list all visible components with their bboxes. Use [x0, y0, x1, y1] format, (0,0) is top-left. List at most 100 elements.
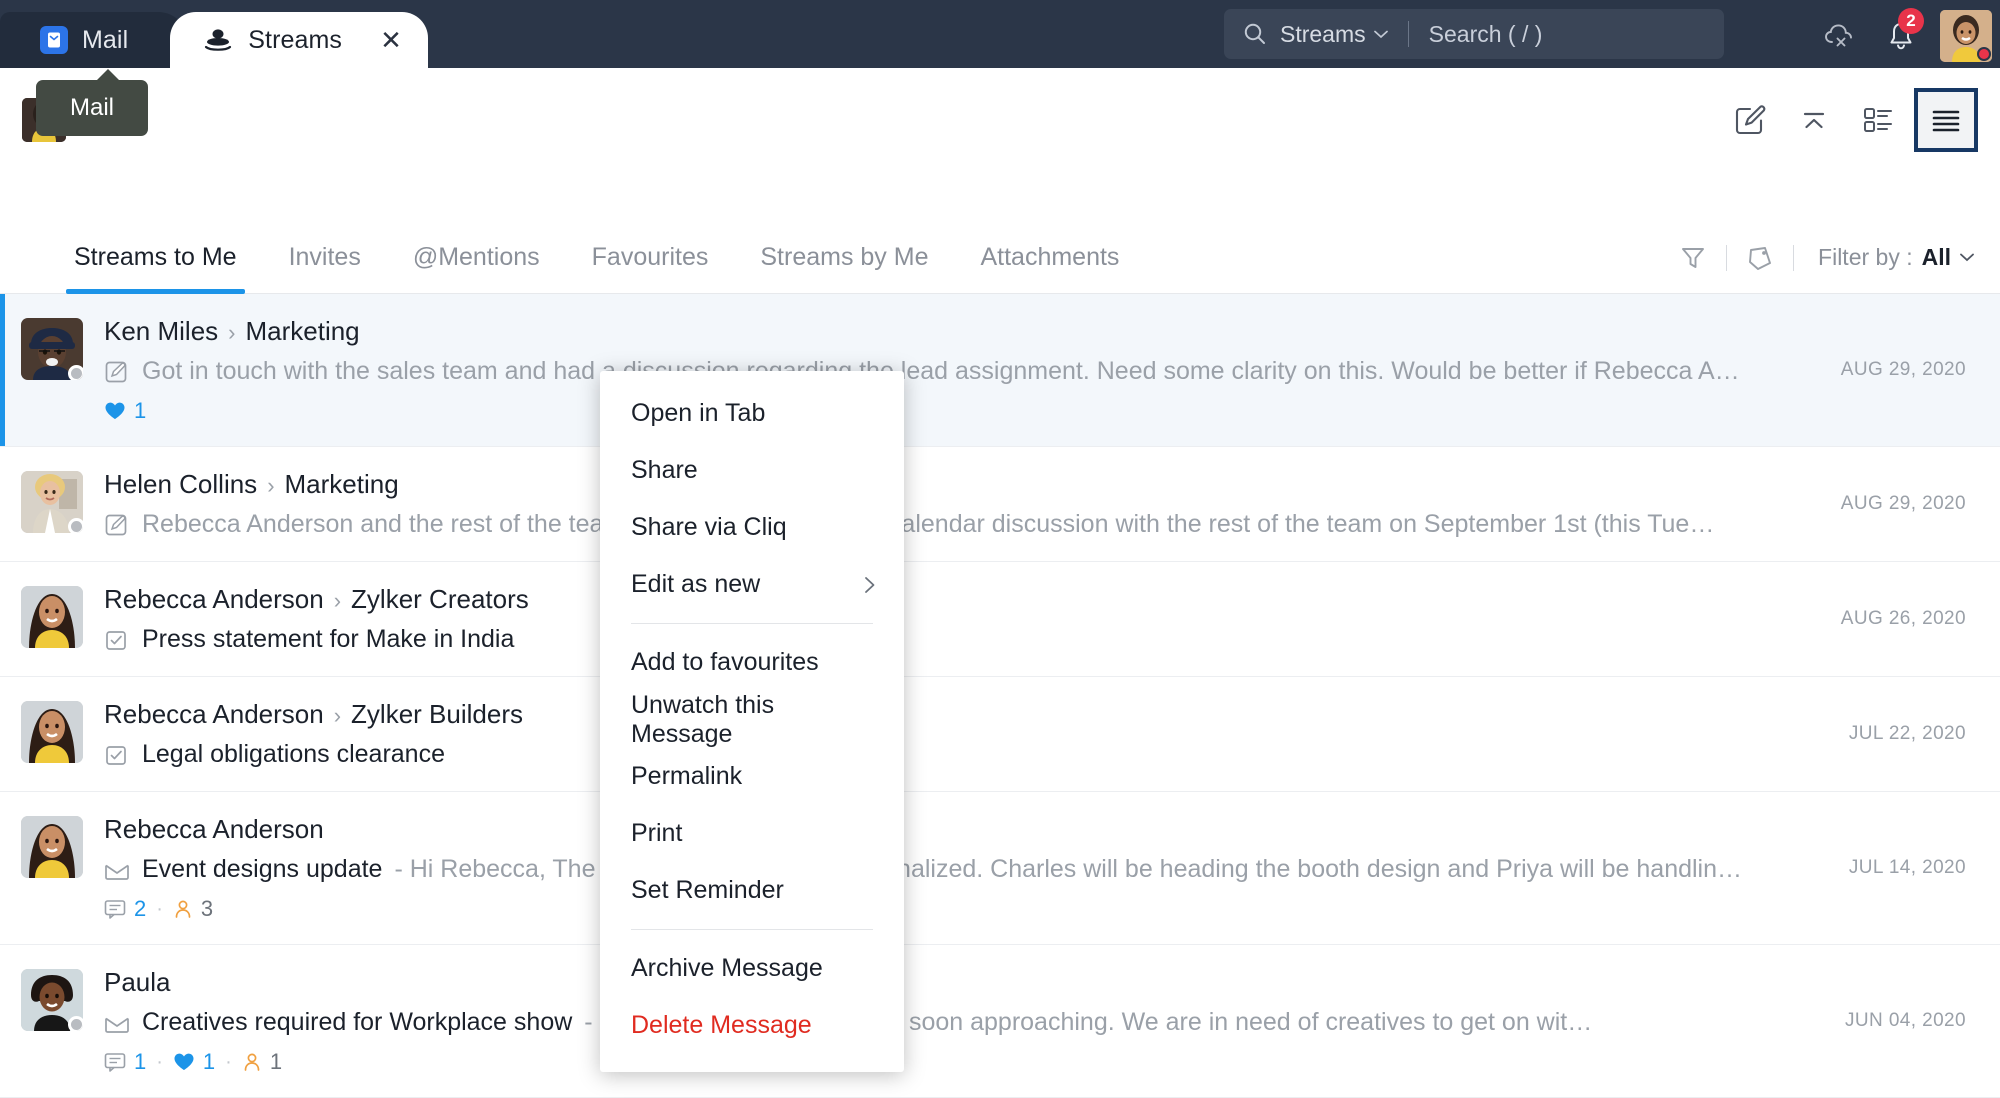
hamburger-menu-icon[interactable]	[1914, 88, 1978, 152]
avatar	[21, 816, 83, 878]
menu-item-permalink[interactable]: Permalink	[600, 748, 904, 805]
filter-by-label: Filter by :	[1818, 244, 1913, 271]
tab-invites[interactable]: Invites	[263, 222, 387, 294]
tab-mentions[interactable]: @Mentions	[387, 222, 566, 294]
table-row[interactable]: Ken Miles › Marketing Got in touch with …	[0, 294, 2000, 447]
mail-icon	[40, 26, 68, 54]
comment-count[interactable]: 2	[104, 896, 146, 922]
search-input[interactable]: Search ( / )	[1429, 21, 1543, 48]
filter-by-dropdown[interactable]: Filter by : All	[1818, 244, 1974, 271]
comment-icon	[104, 899, 126, 919]
table-row[interactable]: Helen Collins › Marketing Rebecca Anders…	[0, 447, 2000, 562]
status-dot	[1977, 47, 1991, 61]
comment-count[interactable]: 1	[104, 1049, 146, 1075]
row-header: Ken Miles › Marketing	[104, 316, 1750, 347]
window-tab-streams-label: Streams	[248, 26, 342, 55]
stream-filter-tabs: Streams to Me Invites @Mentions Favourit…	[0, 222, 2000, 294]
window-tab-mail[interactable]: Mail	[0, 12, 188, 68]
search-bar[interactable]: Streams Search ( / )	[1224, 9, 1724, 59]
group-name: Marketing	[285, 469, 399, 500]
table-row[interactable]: Rebecca Anderson Event designs update - …	[0, 792, 2000, 945]
window-tab-mail-label: Mail	[82, 26, 128, 55]
bell-icon[interactable]: 2	[1870, 12, 1932, 60]
row-meta: 1	[104, 398, 1750, 424]
nav-tab-list: Streams to Me Invites @Mentions Favourit…	[0, 222, 1145, 294]
people-icon	[242, 1052, 262, 1072]
tab-strip: Mail Streams ✕	[0, 0, 428, 68]
window-tab-streams[interactable]: Streams ✕	[170, 12, 428, 68]
row-body: Helen Collins › Marketing Rebecca Anders…	[104, 469, 1770, 539]
avatar-cell	[0, 814, 104, 878]
row-preview: Press statement for Make in India	[104, 625, 1750, 654]
message-snippet: - Hi Rebecca, The designs for the event …	[394, 855, 1750, 884]
menu-item-edit-as-new[interactable]: Edit as new	[600, 556, 904, 613]
row-body: Ken Miles › Marketing Got in touch with …	[104, 316, 1770, 424]
tab-streams-by-me[interactable]: Streams by Me	[734, 222, 954, 294]
avatar-cell	[0, 699, 104, 763]
mail-tab-tooltip: Mail	[36, 80, 148, 136]
avatar	[21, 318, 83, 380]
compose-icon[interactable]	[1722, 94, 1778, 146]
row-body: Rebecca Anderson › Zylker Creators Press…	[104, 584, 1770, 654]
menu-item-edit-as-new-label: Edit as new	[631, 570, 760, 599]
tab-streams-to-me[interactable]: Streams to Me	[48, 222, 263, 294]
menu-item-archive-message[interactable]: Archive Message	[600, 940, 904, 997]
row-preview: Event designs update - Hi Rebecca, The d…	[104, 855, 1750, 884]
reaction-count: 1	[203, 1049, 215, 1075]
participants-count-value: 3	[201, 896, 213, 922]
participants-count[interactable]: 3	[173, 896, 213, 922]
chevron-down-icon	[1374, 30, 1388, 39]
menu-item-share-via-cliq[interactable]: Share via Cliq	[600, 499, 904, 556]
menu-item-add-to-favourites[interactable]: Add to favourites	[600, 634, 904, 691]
participants-count-value: 1	[270, 1049, 282, 1075]
task-icon	[104, 627, 130, 653]
sender-name: Rebecca Anderson	[104, 584, 324, 615]
table-row[interactable]: Paula Creatives required for Workplace s…	[0, 945, 2000, 1098]
meta-separator: ·	[156, 1051, 163, 1074]
top-right-icons: 2	[1808, 10, 1992, 62]
tag-icon[interactable]	[1733, 238, 1787, 278]
row-preview: Legal obligations clearance	[104, 740, 1750, 769]
close-icon[interactable]: ✕	[378, 27, 404, 53]
menu-item-set-reminder[interactable]: Set Reminder	[600, 862, 904, 919]
avatar	[21, 586, 83, 648]
reaction-heart[interactable]: 1	[104, 398, 146, 424]
row-header: Paula	[104, 967, 1750, 998]
row-date: AUG 29, 2020	[1770, 493, 2000, 515]
row-preview: Got in touch with the sales team and had…	[104, 357, 1750, 386]
tab-favourites[interactable]: Favourites	[566, 222, 735, 294]
message-subject: Creatives required for Workplace show	[142, 1008, 572, 1037]
list-view-icon[interactable]	[1850, 94, 1906, 146]
row-meta: 1 · 1 · 1	[104, 1049, 1750, 1075]
search-scope-selector[interactable]: Streams	[1280, 21, 1388, 48]
presence-indicator	[68, 518, 83, 533]
menu-item-open-in-tab[interactable]: Open in Tab	[600, 385, 904, 442]
group-name: Zylker Builders	[351, 699, 523, 730]
filter-by-value: All	[1922, 244, 1951, 271]
avatar-cell	[0, 469, 104, 533]
reaction-heart[interactable]: 1	[173, 1049, 215, 1075]
search-divider	[1408, 21, 1409, 47]
avatar	[21, 471, 83, 533]
row-header: Rebecca Anderson › Zylker Builders	[104, 699, 1750, 730]
sender-name: Rebecca Anderson	[104, 699, 324, 730]
group-name: Marketing	[245, 316, 359, 347]
cloud-offline-icon[interactable]	[1808, 12, 1870, 60]
avatar[interactable]	[1940, 10, 1992, 62]
table-row[interactable]: Rebecca Anderson › Zylker Creators Press…	[0, 562, 2000, 677]
menu-item-delete-message[interactable]: Delete Message	[600, 997, 904, 1054]
tab-attachments[interactable]: Attachments	[954, 222, 1145, 294]
separator-icon: ›	[228, 320, 235, 346]
reaction-count: 1	[134, 398, 146, 424]
menu-item-print[interactable]: Print	[600, 805, 904, 862]
row-header: Helen Collins › Marketing	[104, 469, 1750, 500]
filter-funnel-icon[interactable]	[1666, 238, 1720, 278]
context-menu: Open in Tab Share Share via Cliq Edit as…	[600, 371, 904, 1072]
heart-icon	[173, 1052, 195, 1072]
menu-item-unwatch-this-message[interactable]: Unwatch this Message	[600, 691, 904, 748]
participants-count[interactable]: 1	[242, 1049, 282, 1075]
view-toolbar	[1722, 88, 2000, 152]
collapse-up-icon[interactable]	[1786, 94, 1842, 146]
menu-item-share[interactable]: Share	[600, 442, 904, 499]
table-row[interactable]: Rebecca Anderson › Zylker Builders Legal…	[0, 677, 2000, 792]
